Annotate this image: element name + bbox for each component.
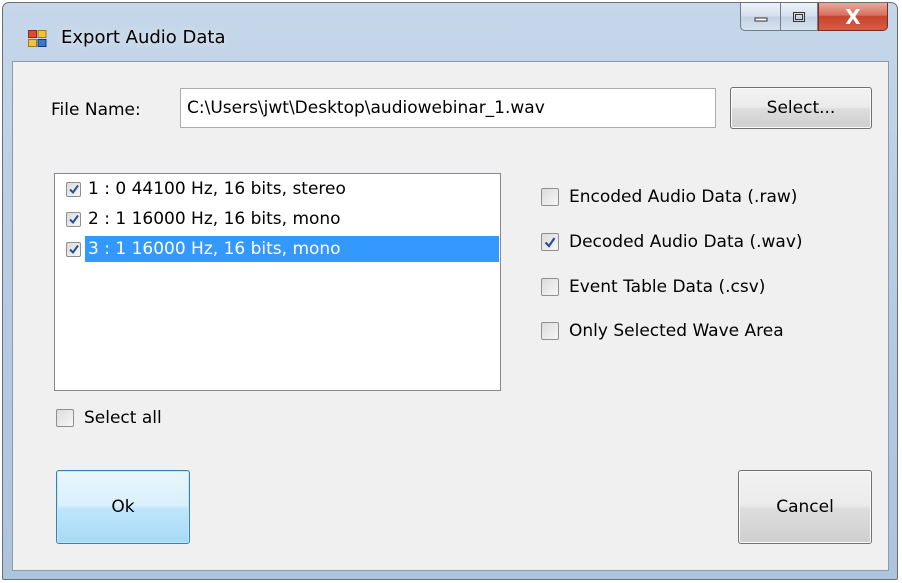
window-title: Export Audio Data (61, 27, 226, 48)
encoded-audio-option[interactable]: Encoded Audio Data (.raw) (541, 187, 797, 207)
event-table-option[interactable]: Event Table Data (.csv) (541, 277, 765, 297)
minimize-button[interactable] (740, 3, 780, 31)
selected-wave-option[interactable]: Only Selected Wave Area (541, 321, 784, 341)
selected-wave-label: Only Selected Wave Area (569, 321, 784, 341)
track-label: 1 : 0 44100 Hz, 16 bits, stereo (88, 179, 346, 199)
select-all-option[interactable]: Select all (56, 408, 162, 428)
check-icon (68, 214, 79, 225)
close-icon: X (845, 4, 861, 29)
encoded-audio-checkbox[interactable] (541, 188, 559, 206)
selected-wave-checkbox[interactable] (541, 322, 559, 340)
decoded-audio-option[interactable]: Decoded Audio Data (.wav) (541, 232, 803, 252)
close-button[interactable]: X (818, 3, 888, 31)
select-file-button[interactable]: Select... (730, 87, 872, 129)
caption-buttons: X (740, 3, 888, 33)
check-icon (544, 237, 556, 248)
track-checkbox[interactable] (66, 241, 81, 257)
encoded-audio-label: Encoded Audio Data (.raw) (569, 187, 798, 207)
track-label: 2 : 1 16000 Hz, 16 bits, mono (88, 209, 341, 229)
export-audio-dialog: Export Audio Data X File Name: C:\Users\… (2, 2, 898, 580)
list-item[interactable]: 2 : 1 16000 Hz, 16 bits, mono (55, 204, 500, 234)
decoded-audio-label: Decoded Audio Data (.wav) (569, 232, 803, 252)
list-item-selected[interactable]: 3 : 1 16000 Hz, 16 bits, mono (55, 234, 500, 264)
tracks-listbox[interactable]: 1 : 0 44100 Hz, 16 bits, stereo 2 : 1 16… (54, 173, 501, 391)
check-icon (68, 244, 79, 255)
minimize-icon (754, 17, 767, 21)
list-item[interactable]: 1 : 0 44100 Hz, 16 bits, stereo (55, 174, 500, 204)
select-all-checkbox[interactable] (56, 409, 74, 427)
track-checkbox[interactable] (66, 211, 81, 227)
app-icon (28, 30, 47, 47)
select-file-button-label: Select... (766, 98, 836, 118)
event-table-checkbox[interactable] (541, 278, 559, 296)
select-all-label: Select all (84, 408, 162, 428)
cancel-button[interactable]: Cancel (738, 470, 872, 544)
check-icon (68, 184, 79, 195)
ok-button-label: Ok (111, 497, 135, 517)
ok-button[interactable]: Ok (56, 470, 190, 544)
event-table-label: Event Table Data (.csv) (569, 277, 766, 297)
cancel-button-label: Cancel (776, 497, 834, 517)
track-label: 3 : 1 16000 Hz, 16 bits, mono (85, 236, 499, 262)
decoded-audio-checkbox[interactable] (541, 233, 559, 251)
maximize-icon (793, 11, 805, 22)
track-checkbox[interactable] (66, 181, 81, 197)
title-bar[interactable]: Export Audio Data X (3, 3, 897, 61)
file-name-input[interactable]: C:\Users\jwt\Desktop\audiowebinar_1.wav (180, 88, 716, 128)
file-name-label: File Name: (51, 100, 141, 120)
dialog-body: File Name: C:\Users\jwt\Desktop\audioweb… (12, 61, 889, 571)
maximize-button[interactable] (780, 3, 818, 31)
